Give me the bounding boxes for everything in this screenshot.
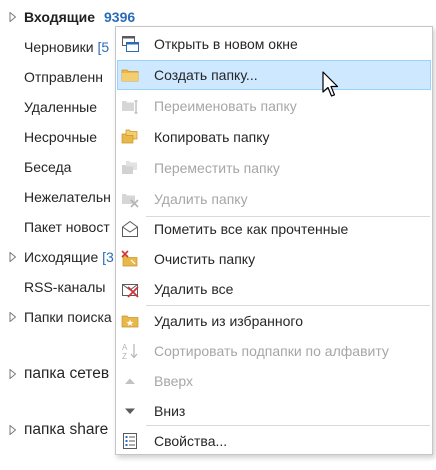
folder-sent-name: Отправленн xyxy=(24,69,103,85)
expand-caret-icon[interactable] xyxy=(9,361,19,387)
svg-text:Z: Z xyxy=(122,352,127,361)
delete-folder-icon xyxy=(120,189,140,209)
folder-search-name: Папки поиска xyxy=(24,309,112,325)
menu-label: Открыть в новом окне xyxy=(154,36,298,52)
menu-sort-subfolders[interactable]: A Z Сортировать подпапки по алфавиту xyxy=(117,336,431,366)
menu-label: Очистить папку xyxy=(154,251,256,267)
menu-copy-folder[interactable]: Копировать папку xyxy=(117,122,431,152)
copy-folder-icon xyxy=(120,127,140,147)
menu-label: Вниз xyxy=(154,403,186,419)
expand-caret-icon[interactable] xyxy=(9,244,19,270)
unread-count: 9396 xyxy=(104,9,136,25)
folder-junk-name: Нежелательн xyxy=(24,189,111,205)
menu-rename-folder[interactable]: Переименовать папку xyxy=(117,91,431,121)
new-window-icon xyxy=(120,34,140,54)
menu-label: Создать папку... xyxy=(154,67,258,83)
menu-move-down[interactable]: Вниз xyxy=(117,396,431,426)
menu-label: Удалить папку xyxy=(154,191,248,207)
menu-label: Вверх xyxy=(154,373,194,389)
rename-folder-icon xyxy=(120,96,140,116)
menu-label: Переименовать папку xyxy=(154,98,297,114)
open-envelope-icon xyxy=(120,219,140,239)
context-menu: Открыть в новом окне Создать папку... Пе… xyxy=(115,26,433,455)
menu-move-folder[interactable]: Переместить папку xyxy=(117,153,431,183)
folder-share-name: папка share xyxy=(24,421,109,438)
menu-clean-folder[interactable]: Очистить папку xyxy=(117,244,431,274)
arrow-down-icon xyxy=(120,401,140,421)
menu-delete-all[interactable]: Удалить все xyxy=(117,274,431,304)
mouse-cursor-icon xyxy=(322,71,342,99)
folder-deleted-name: Удаленные xyxy=(24,99,98,115)
favorite-folder-icon xyxy=(120,311,140,331)
menu-label: Переместить папку xyxy=(154,160,280,176)
menu-create-folder[interactable]: Создать папку... xyxy=(117,60,431,90)
collapse-caret-icon[interactable] xyxy=(9,4,19,30)
delete-all-icon xyxy=(120,279,140,299)
folder-conversation-name: Беседа xyxy=(24,159,72,175)
folder-rss-name: RSS-каналы xyxy=(24,279,106,295)
outbox-count: [3 xyxy=(102,249,114,265)
menu-label: Пометить все как прочтенные xyxy=(154,221,349,237)
menu-mark-all-read[interactable]: Пометить все как прочтенные xyxy=(117,214,431,244)
menu-remove-favorites[interactable]: Удалить из избранного xyxy=(117,306,431,336)
menu-label: Сортировать подпапки по алфавиту xyxy=(154,343,389,359)
folder-outbox-name: Исходящие [3 xyxy=(24,249,114,265)
properties-icon xyxy=(120,431,140,451)
sort-az-icon: A Z xyxy=(120,341,140,361)
folder-news-feed-name: Пакет новост xyxy=(24,219,110,235)
menu-move-up[interactable]: Вверх xyxy=(117,366,431,396)
menu-label: Удалить все xyxy=(154,281,234,297)
menu-label: Копировать папку xyxy=(154,129,270,145)
menu-label: Свойства... xyxy=(154,433,228,449)
svg-text:A: A xyxy=(122,343,128,352)
menu-open-new-window[interactable]: Открыть в новом окне xyxy=(117,29,431,59)
menu-properties[interactable]: Свойства... xyxy=(117,426,431,456)
clean-folder-icon xyxy=(120,249,140,269)
folder-low-priority-name: Несрочные xyxy=(24,129,98,145)
folder-icon xyxy=(120,65,140,85)
arrow-up-icon xyxy=(120,371,140,391)
drafts-count: [5 xyxy=(97,39,110,55)
move-folder-icon xyxy=(120,158,140,178)
expand-caret-icon[interactable] xyxy=(9,304,19,330)
folder-drafts-name: Черновики [5 xyxy=(24,39,110,55)
menu-delete-folder[interactable]: Удалить папку xyxy=(117,184,431,214)
menu-label: Удалить из избранного xyxy=(154,313,303,329)
folder-network-name: папка сетев xyxy=(24,365,110,382)
expand-caret-icon[interactable] xyxy=(9,417,19,443)
